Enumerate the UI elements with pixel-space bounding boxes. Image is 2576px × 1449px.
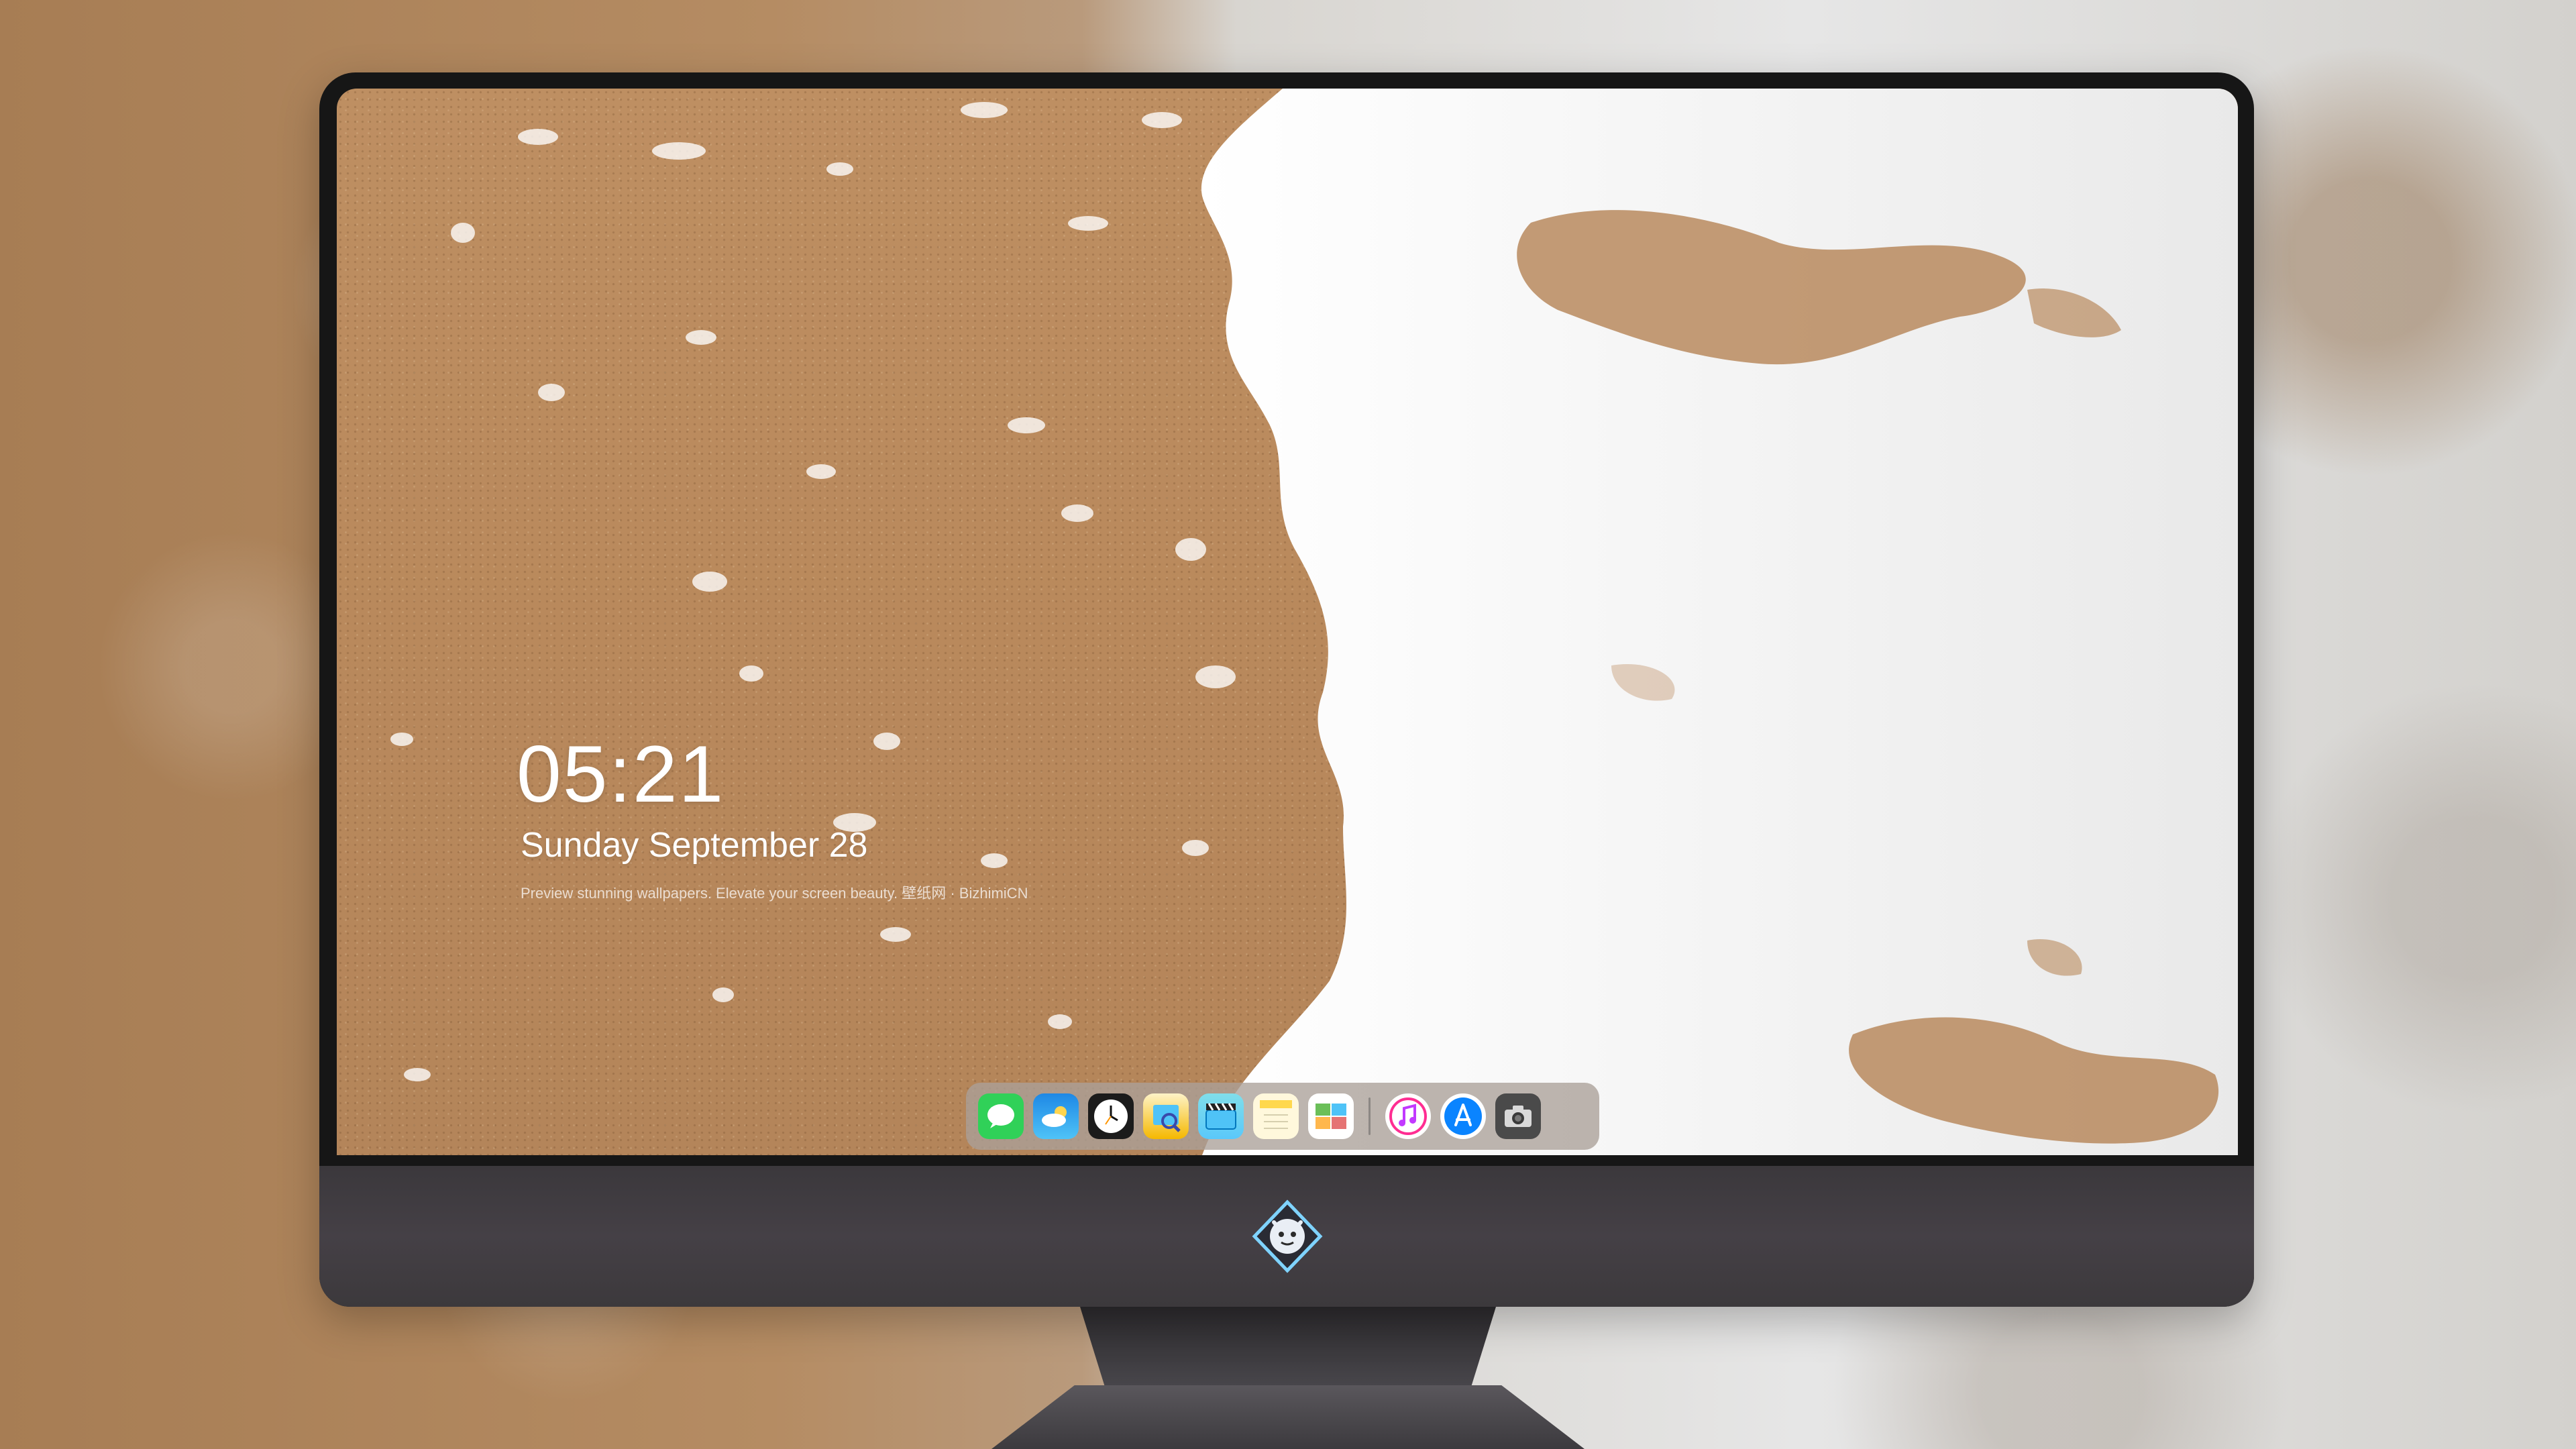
video-icon[interactable]: [1198, 1093, 1244, 1139]
foam-bubble: [961, 102, 1008, 118]
foam-bubble: [1175, 538, 1206, 561]
monitor-stand-neck: [1080, 1307, 1496, 1387]
foam-bubble: [739, 665, 763, 682]
foam-bubble: [1008, 417, 1045, 433]
lockscreen-time: 05:21: [517, 729, 725, 819]
preview-icon[interactable]: [1143, 1093, 1189, 1139]
foam-bubble: [880, 927, 911, 942]
foam-bubble: [1048, 1014, 1072, 1029]
foam-bubble: [1068, 216, 1108, 231]
foam-bubble: [873, 733, 900, 750]
camera-icon[interactable]: [1495, 1093, 1541, 1139]
notes-icon[interactable]: [1253, 1093, 1299, 1139]
foam-bubble: [1142, 112, 1182, 128]
photo-icon[interactable]: [1308, 1093, 1354, 1139]
foam-bubble: [538, 384, 565, 401]
foam-bubble: [981, 853, 1008, 868]
foam-bubble: [1195, 665, 1236, 688]
desktop-screen: 05:21 Sunday September 28 Preview stunni…: [337, 89, 2238, 1155]
music-icon[interactable]: [1385, 1093, 1431, 1139]
foam-bubble: [404, 1068, 431, 1081]
foam-bubble: [652, 142, 706, 160]
foam-bubble: [390, 733, 413, 746]
foam-bubble: [1061, 504, 1093, 522]
brand-logo-icon: [1250, 1199, 1324, 1273]
foam-bubble: [686, 330, 716, 345]
lockscreen-tagline: Preview stunning wallpapers. Elevate you…: [521, 885, 1028, 902]
app-store-icon[interactable]: [1440, 1093, 1486, 1139]
dock: [966, 1083, 1599, 1150]
foam-bubble: [826, 162, 853, 176]
foam-bubble: [451, 223, 475, 243]
foam-bubble: [692, 572, 727, 592]
clock-icon[interactable]: [1088, 1093, 1134, 1139]
dock-separator: [1368, 1097, 1371, 1135]
foam-bubble: [712, 987, 734, 1002]
weather-icon[interactable]: [1033, 1093, 1079, 1139]
foam-bubble: [518, 129, 558, 145]
monitor-stand-base: [991, 1385, 1585, 1449]
foam-bubble: [1182, 840, 1209, 856]
wave-foam-wallpaper: [1201, 89, 2238, 1155]
messages-icon[interactable]: [978, 1093, 1024, 1139]
lockscreen-date: Sunday September 28: [521, 826, 868, 865]
foam-bubble: [806, 464, 836, 479]
